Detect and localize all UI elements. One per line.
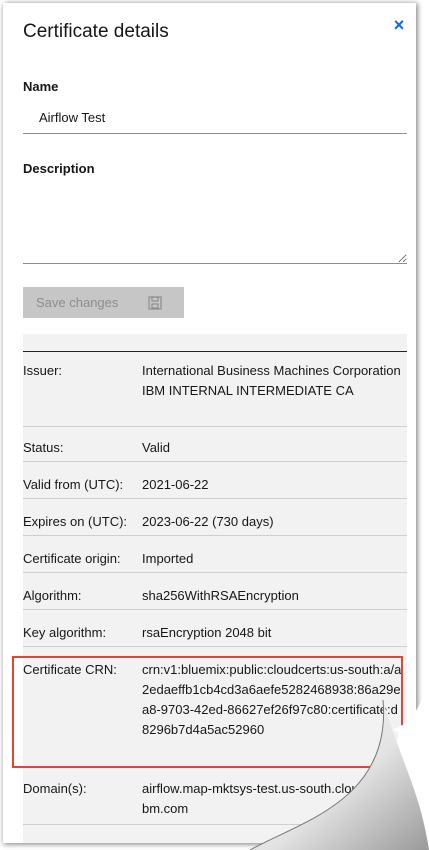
detail-row-algorithm: Algorithm: sha256WithRSAEncryption [23,586,407,610]
detail-row-key-algorithm: Key algorithm: rsaEncryption 2048 bit [23,623,407,647]
close-icon[interactable]: × [392,16,406,34]
save-changes-label: Save changes [36,295,119,310]
detail-key: Algorithm: [23,588,82,603]
detail-row-certificate-crn: Certificate CRN: crn:v1:bluemix:public:c… [23,660,407,767]
detail-key: Certificate origin: [23,551,121,566]
certificate-details-table: Issuer: International Business Machines … [23,334,407,843]
name-input[interactable] [23,102,407,134]
detail-value: airflow.map-mktsys-test.us-south.cloud.u… [142,781,398,816]
save-icon [148,295,162,310]
detail-value: International Business Machines Corporat… [142,363,401,398]
table-divider [23,351,407,352]
detail-row-valid-from: Valid from (UTC): 2021-06-22 [23,475,407,499]
detail-row-expires-on: Expires on (UTC): 2023-06-22 (730 days) [23,512,407,536]
detail-key: Issuer: [23,363,63,378]
detail-key: Certificate CRN: [23,662,117,677]
detail-row-certificate-origin: Certificate origin: Imported [23,549,407,573]
detail-key: Valid from (UTC): [23,477,124,492]
detail-key: Key algorithm: [23,625,107,640]
detail-value: sha256WithRSAEncryption [142,588,299,603]
detail-value: Imported [142,551,194,566]
detail-value: 2021-06-22 [142,477,209,492]
save-changes-button[interactable]: Save changes [23,287,184,318]
detail-row-issuer: Issuer: International Business Machines … [23,361,407,427]
detail-key: Expires on (UTC): [23,514,128,529]
description-textarea[interactable] [23,189,407,264]
detail-value: 2023-06-22 (730 days) [142,514,274,529]
detail-row-status: Status: Valid [23,438,407,462]
detail-value: Valid [142,440,170,455]
detail-value: rsaEncryption 2048 bit [142,625,272,640]
panel-title: Certificate details [23,21,169,42]
detail-value: crn:v1:bluemix:public:cloudcerts:us-sout… [142,662,402,737]
detail-key: Domain(s): [23,781,87,796]
detail-row-domains: Domain(s): airflow.map-mktsys-test.us-so… [23,779,407,825]
certificate-details-panel: Certificate details × Name Description S… [3,3,416,843]
detail-key: Status: [23,440,64,455]
description-label: Description [23,161,95,176]
name-label: Name [23,79,59,94]
